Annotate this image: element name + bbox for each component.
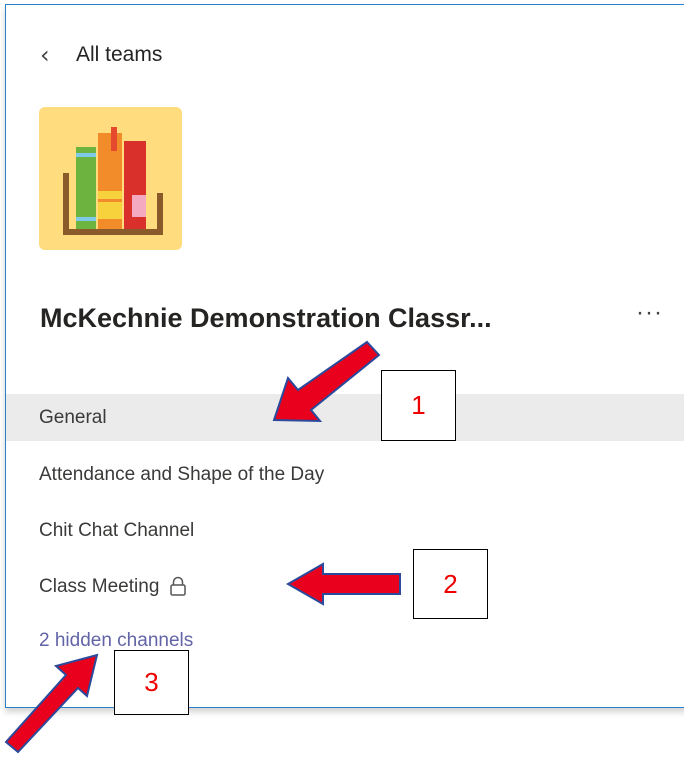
annotation-callout-3: 3 [114,650,189,715]
annotation-arrow-2 [285,562,401,606]
annotation-arrow-3 [4,653,99,754]
annotation-overlay [4,340,401,754]
annotation-callout-2: 2 [413,549,488,619]
annotation-arrow-1 [272,340,381,423]
annotation-callout-1: 1 [381,370,456,441]
